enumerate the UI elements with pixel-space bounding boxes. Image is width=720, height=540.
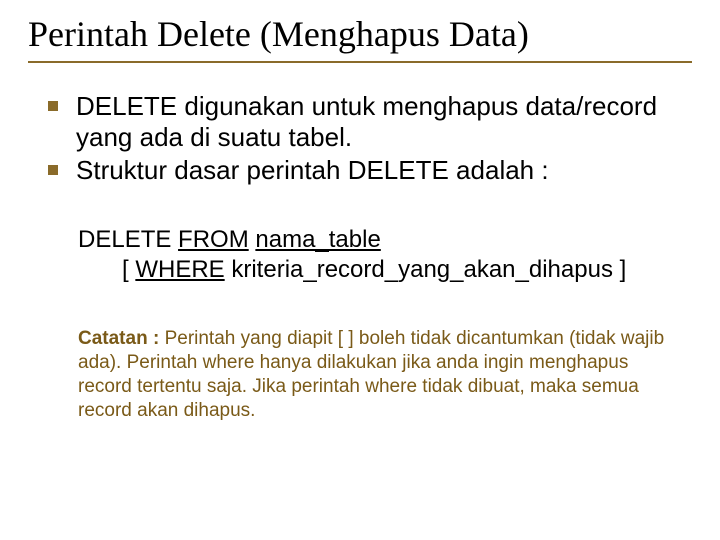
keyword-where: WHERE bbox=[135, 256, 224, 283]
list-item: DELETE digunakan untuk menghapus data/re… bbox=[48, 91, 692, 152]
list-item: Struktur dasar perintah DELETE adalah : bbox=[48, 155, 692, 186]
syntax-line-2: [ WHERE kriteria_record_yang_akan_dihapu… bbox=[78, 255, 692, 285]
note-block: Catatan : Perintah yang diapit [ ] boleh… bbox=[78, 327, 682, 422]
title-underline bbox=[28, 61, 692, 63]
keyword-delete: DELETE bbox=[78, 226, 171, 253]
keyword-from: FROM bbox=[178, 226, 249, 253]
bullet-list: DELETE digunakan untuk menghapus data/re… bbox=[48, 91, 692, 185]
note-label: Catatan : bbox=[78, 328, 159, 349]
page-title: Perintah Delete (Menghapus Data) bbox=[28, 14, 692, 55]
syntax-block: DELETE FROM nama_table [ WHERE kriteria_… bbox=[78, 225, 692, 285]
bullet-text: Struktur dasar perintah DELETE adalah : bbox=[76, 155, 692, 186]
bracket-open: [ bbox=[122, 256, 129, 283]
placeholder-criteria: kriteria_record_yang_akan_dihapus bbox=[231, 256, 613, 283]
square-bullet-icon bbox=[48, 165, 58, 175]
bracket-close: ] bbox=[620, 256, 627, 283]
placeholder-table: nama_table bbox=[255, 226, 380, 253]
syntax-line-1: DELETE FROM nama_table bbox=[78, 225, 692, 255]
slide: Perintah Delete (Menghapus Data) DELETE … bbox=[0, 0, 720, 540]
square-bullet-icon bbox=[48, 101, 58, 111]
bullet-text: DELETE digunakan untuk menghapus data/re… bbox=[76, 91, 692, 152]
